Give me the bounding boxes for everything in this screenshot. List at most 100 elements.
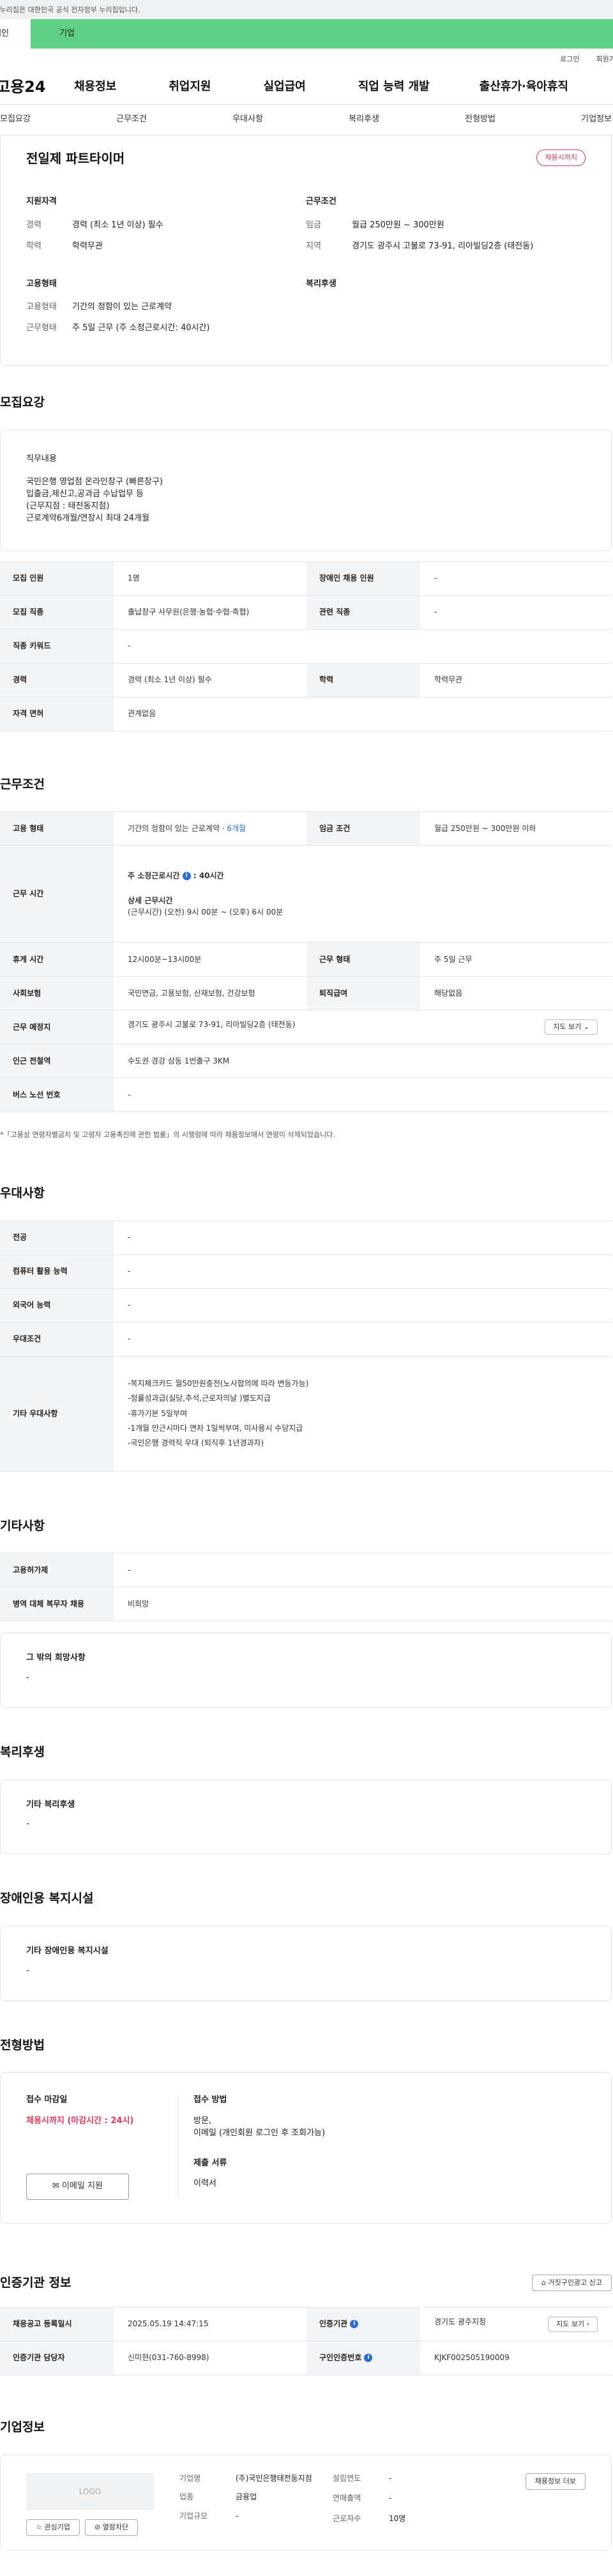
tab-individual[interactable]: 개인 [0,19,31,49]
site-logo[interactable]: 고용24 [0,76,74,98]
block-viewing-button[interactable]: ⊘ 열람차단 [84,2519,139,2536]
row-value: 기간의 정함이 있는 근로계약 · 6개월 [114,811,306,846]
more-jobs-button[interactable]: 채용정보 더보 [525,2473,586,2490]
list-item: -정률성과급(실당,추석,근로자의날 )별도지급 [128,1394,271,1403]
table-row: 기타 우대사항 -복지체크카드 월50만원충전(노사합의에 따라 변동가능) -… [0,1356,612,1472]
kv-value: 경력 (최소 1년 이상) 필수 [72,220,163,230]
row-label: 모집 직종 [0,595,114,630]
report-false-ad-button[interactable]: ⌂ 거짓구인광고 신고 [532,2275,612,2292]
row-label: 채용공고 등록일시 [0,2307,114,2342]
email-apply-button[interactable]: ✉ 이메일 지원 [26,2173,129,2200]
email-apply-label: 이메일 지원 [62,2181,103,2191]
block-icon: ⊘ [94,2522,101,2531]
email-icon: ✉ [52,2181,59,2191]
subnav-preferences[interactable]: 우대사항 [232,114,263,126]
table-row: 휴게 시간 12시00분~13시00분 근무 형태 주 5일 근무 [0,942,612,977]
disability-box-title: 기타 장애인용 복지시설 [26,1946,109,1956]
section-title-work: 근무조건 [0,777,45,791]
job-summary-card: 전일제 파트타이머 채용시까지 지원자격 경력 경력 (최소 1년 이상) 필수 … [0,135,612,367]
company-kv: 업종 금융업 [179,2492,333,2503]
gnb-employment-support[interactable]: 취업지원 [169,79,211,95]
subnav-recruit[interactable]: 모집요강 [0,114,31,126]
page-bottom-spacer [0,2550,613,2576]
kv-value: 기간의 정함이 있는 근로계약 [72,302,172,312]
company-kv: 기업명 (주)국민은행태전동지점 [179,2473,333,2484]
row-label: 퇴직급여 [306,976,420,1011]
row-label: 학력 [306,663,420,697]
kv-value: 주 5일 근무 (주 소정근로시간: 40시간) [72,323,210,333]
row-value: - [420,595,612,630]
duty-line: (근무지점 : 태전동지점) [26,501,110,512]
login-link[interactable]: 로그인 [560,54,579,65]
company-kv: 기업규모 - [179,2511,333,2522]
summary-columns-2: 고용형태 고용형태 기간의 정함이 있는 근로계약 근무형태 주 5일 근무 (주 … [26,278,586,344]
section-title-preferences: 우대사항 [0,1186,45,1201]
row-label: 자격 면허 [0,697,114,731]
table-row: 직종 키워드 - [0,629,612,664]
home-icon: ⌂ [541,2278,547,2287]
age-note: *「고용상 연령차별금지 및 고령자 고용촉진에 관한 법률」의 시행령에 따라… [0,1131,335,1139]
summary-kv: 임금 월급 250만원 ~ 300만원 [306,220,586,232]
row-label: 인증기관 담당자 [0,2341,114,2376]
deadline-badge: 채용시까지 [536,149,586,166]
row-value: 관계없음 [114,697,612,731]
row-value: 1명 [114,561,306,596]
agency-map-button[interactable]: 지도 보기 › [548,2317,598,2333]
gnb-vocational-training[interactable]: 직업 능력 개발 [358,79,430,95]
table-row: 모집 직종 출납창구 사무원(은행·농협·수협·축협) 관련 직종 - [0,595,612,630]
summary-kv: 경력 경력 (최소 1년 이상) 필수 [26,220,306,232]
table-row: 인증기관 담당자 신미현(031-760-8998) 구인인증번호 i KJKF002… [0,2341,612,2376]
kv-key: 임금 [306,220,321,230]
kv-key: 근무형태 [26,323,57,333]
subnav-company[interactable]: 기업정보 [581,114,612,126]
summary-columns-1: 지원자격 경력 경력 (최소 1년 이상) 필수 학력 학력무관 근무조건 임금 월급… [26,196,586,262]
favorite-company-button[interactable]: ☆ 관심기업 [26,2519,80,2536]
subnav-conditions[interactable]: 근무조건 [116,114,147,126]
tab-company[interactable]: 기업 [31,19,613,49]
agency-header: 인증기관 정보 ⌂ 거짓구인광고 신고 [0,2275,612,2292]
process-box: 접수 마감일 채용시까지 (마감시간 : 24시) ✉ 이메일 지원 접수 방법… [0,2072,612,2223]
company-actions: ☆ 관심기업 ⊘ 열람차단 [26,2519,179,2536]
kv-value: 금융업 [236,2492,257,2502]
welfare-summary-title: 복리후생 [306,278,337,289]
table-row: 컴퓨터 활용 능력 - [0,1254,612,1289]
company-info-left: 기업명 (주)국민은행태전동지점 업종 금융업 기업규모 - [179,2473,333,2532]
map-button[interactable]: 지도 보기 ⌄ [545,1019,598,1035]
gnb-unemployment-benefit[interactable]: 실업급여 [264,79,306,95]
info-icon[interactable]: i [350,2320,359,2329]
contract-period-link[interactable]: 6개월 [227,824,246,833]
gnb-parental-leave[interactable]: 출산휴가·육아휴직 [480,79,568,95]
disability-box: 기타 장애인용 복지시설 - [0,1925,612,2001]
etc-table: 고용허가제 - 병역 대체 복무자 채용 비희망 [0,1553,612,1622]
row-label: 경력 [0,663,114,697]
row-label: 사회보험 [0,976,114,1011]
row-value: 경기도 광주시 고불로 73-91, 리아빌딩2층 (태전동) 지도 보기 ⌄ [114,1010,612,1045]
list-item: -복지체크카드 월50만원충전(노사합의에 따라 변동가능) [128,1378,309,1388]
row-value: 주 소정근로시간 i : 40시간 상세 근무시간 (근무시간) (오전) 9시… [114,845,612,943]
row-value: KJKF002505190009 [420,2341,612,2376]
subnav-welfare[interactable]: 복리후생 [349,114,379,126]
gnb-jobs[interactable]: 채용정보 [74,79,116,95]
table-row: 외국어 능력 - [0,1288,612,1323]
subnav-process[interactable]: 전형방법 [465,114,496,126]
company-kv: 연매출액 - [333,2493,486,2504]
row-value: 비희망 [114,1587,612,1622]
table-row: 모집 인원 1명 장애인 채용 인원 - [0,561,612,596]
info-icon[interactable]: i [182,871,191,880]
row-label: 우대조건 [0,1322,114,1357]
kv-value: 경기도 광주시 고불로 73-91, 리아빌딩2층 (태전동) [352,241,534,251]
info-icon[interactable]: i [364,2354,373,2363]
table-row: 경력 경력 (최소 1년 이상) 필수 학력 학력무관 [0,663,612,697]
row-value: 12시00분~13시00분 [114,942,306,977]
report-button-label: 거짓구인광고 신고 [548,2278,602,2287]
kv-value: 월급 250만원 ~ 300만원 [352,220,444,230]
other-wishes-box: 그 밖의 희망사항 - [0,1633,612,1709]
method-line: 방문, [193,2115,212,2126]
list-item: -1개월 만근시마다 연차 1일씩부여, 미사용시 수당지급 [128,1424,303,1433]
block-label: 열람차단 [102,2522,129,2531]
section-title-etc: 기타사항 [0,1518,45,1533]
duty-line: 근로계약6개월/연장시 최대 24개월 [26,513,149,523]
list-item: -국민은행 경력직 우대 (퇴직후 1년경과자) [128,1438,264,1448]
signup-link[interactable]: 회원가입 [596,54,613,65]
row-value: 국민연금, 고용보험, 산재보험, 건강보험 [114,976,306,1011]
